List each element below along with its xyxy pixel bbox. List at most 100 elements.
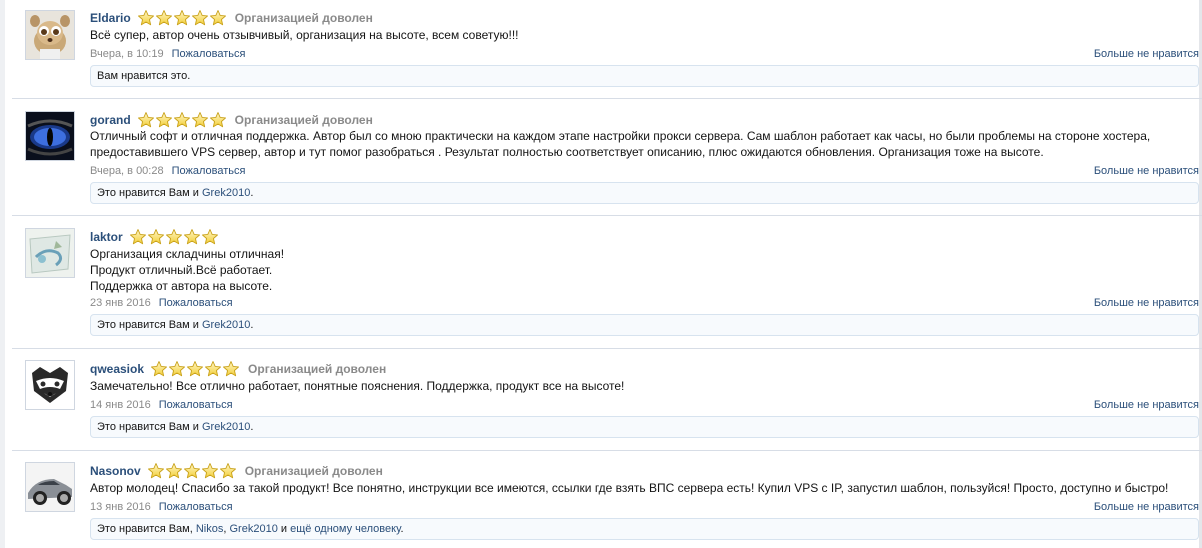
username-link[interactable]: qweasiok <box>90 362 144 376</box>
star-icon <box>209 111 227 129</box>
likes-text: Это нравится Вам, <box>97 523 196 535</box>
star-icon <box>165 462 183 480</box>
review-header: Eldario Организацией доволен <box>90 9 373 27</box>
star-icon <box>204 360 222 378</box>
review-meta: Вчера, в 10:19 Пожаловаться <box>90 48 245 62</box>
user-like-link[interactable]: Grek2010 <box>202 187 250 199</box>
user-like-link[interactable]: Grek2010 <box>230 523 278 535</box>
review-text-line: Поддержка от автора на высоте. <box>90 279 273 293</box>
star-icon <box>191 111 209 129</box>
star-icon <box>129 228 147 246</box>
review-date: Вчера, в 10:19 <box>90 48 164 60</box>
review-header: laktor <box>90 228 227 246</box>
report-link[interactable]: Пожаловаться <box>172 165 246 177</box>
review-text-line: Всё супер, автор очень отзывчивый, орган… <box>90 28 519 42</box>
avatar[interactable] <box>25 111 75 161</box>
review-date: 14 янв 2016 <box>90 399 151 411</box>
rating-stars <box>137 111 227 129</box>
avatar[interactable] <box>25 228 75 278</box>
star-icon <box>173 9 191 27</box>
avatar[interactable] <box>25 10 75 60</box>
user-like-link[interactable]: Grek2010 <box>202 421 250 433</box>
review-text: Организация складчины отличная! Продукт … <box>90 246 1180 294</box>
unlike-link[interactable]: Больше не нравится <box>1094 48 1199 60</box>
star-icon <box>155 9 173 27</box>
review-text: Автор молодец! Спасибо за такой продукт!… <box>90 480 1180 496</box>
star-icon <box>191 9 209 27</box>
review-date: 23 янв 2016 <box>90 297 151 309</box>
car-avatar-icon <box>26 463 74 511</box>
star-icon <box>201 228 219 246</box>
unlike-link[interactable]: Больше не нравится <box>1094 297 1199 309</box>
likes-bar: Это нравится Вам и Grek2010. <box>90 182 1199 204</box>
report-link[interactable]: Пожаловаться <box>159 399 233 411</box>
review-meta: 23 янв 2016 Пожаловаться <box>90 297 233 311</box>
username-link[interactable]: Nasonov <box>90 464 141 478</box>
user-like-link[interactable]: Nikos <box>196 523 224 535</box>
divider <box>12 215 1202 216</box>
username-link[interactable]: Eldario <box>90 11 131 25</box>
verdict-label: Организацией доволен <box>234 113 373 127</box>
star-icon <box>186 360 204 378</box>
review-text-line: Замечательно! Все отлично работает, поня… <box>90 379 625 393</box>
verdict-label: Организацией доволен <box>244 464 383 478</box>
likes-text: . <box>250 319 254 331</box>
star-icon <box>150 360 168 378</box>
likes-text: и <box>277 523 291 535</box>
user-like-link[interactable]: ещё одному человеку <box>290 523 400 535</box>
rating-stars <box>137 9 227 27</box>
star-icon <box>137 111 155 129</box>
review-text-line: Организация складчины отличная! <box>90 247 285 261</box>
review-text: Отличный софт и отличная поддержка. Авто… <box>90 128 1180 160</box>
rating-stars <box>150 360 240 378</box>
unlike-link[interactable]: Больше не нравится <box>1094 399 1199 411</box>
rating-stars <box>147 462 237 480</box>
review-header: gorand Организацией доволен <box>90 111 373 129</box>
review-date: 13 янв 2016 <box>90 501 151 513</box>
likes-text: Это нравится Вам и <box>97 421 202 433</box>
star-icon <box>183 228 201 246</box>
likes-bar: Это нравится Вам и Grek2010. <box>90 314 1199 336</box>
report-link[interactable]: Пожаловаться <box>159 501 233 513</box>
review-text: Замечательно! Все отлично работает, поня… <box>90 378 1180 394</box>
star-icon <box>168 360 186 378</box>
avatar[interactable] <box>25 462 75 512</box>
username-link[interactable]: laktor <box>90 230 123 244</box>
divider <box>12 98 1202 99</box>
likes-text: Вам нравится это. <box>97 70 191 82</box>
unlike-link[interactable]: Больше не нравится <box>1094 501 1199 513</box>
star-icon <box>173 111 191 129</box>
map-avatar-icon <box>26 229 74 277</box>
review-text-line: Автор молодец! Спасибо за такой продукт!… <box>90 481 1169 495</box>
likes-text: . <box>250 421 254 433</box>
username-link[interactable]: gorand <box>90 113 131 127</box>
star-icon <box>222 360 240 378</box>
page-left-edge <box>0 0 5 548</box>
star-icon <box>137 9 155 27</box>
dragon-eye-avatar-icon <box>26 112 74 160</box>
likes-text: . <box>250 187 254 199</box>
likes-bar: Это нравится Вам и Grek2010. <box>90 416 1199 438</box>
lemur-avatar-icon <box>26 11 74 59</box>
divider <box>12 348 1202 349</box>
report-link[interactable]: Пожаловаться <box>159 297 233 309</box>
review-meta: 13 янв 2016 Пожаловаться <box>90 501 233 515</box>
divider <box>12 450 1202 451</box>
star-icon <box>165 228 183 246</box>
likes-bar: Вам нравится это. <box>90 65 1199 87</box>
unlike-link[interactable]: Больше не нравится <box>1094 165 1199 177</box>
star-icon <box>147 462 165 480</box>
likes-text: . <box>400 523 404 535</box>
review-text-line: предоставившего VPS сервер, автор и тут … <box>90 145 1044 159</box>
star-icon <box>183 462 201 480</box>
verdict-label: Организацией доволен <box>248 362 387 376</box>
review-date: Вчера, в 00:28 <box>90 165 164 177</box>
rating-stars <box>129 228 219 246</box>
report-link[interactable]: Пожаловаться <box>172 48 246 60</box>
review-text-line: Продукт отличный.Всё работает. <box>90 263 273 277</box>
star-icon <box>201 462 219 480</box>
avatar[interactable] <box>25 360 75 410</box>
review-text-line: Отличный софт и отличная поддержка. Авто… <box>90 129 1151 143</box>
user-like-link[interactable]: Grek2010 <box>202 319 250 331</box>
likes-text: Это нравится Вам и <box>97 319 202 331</box>
